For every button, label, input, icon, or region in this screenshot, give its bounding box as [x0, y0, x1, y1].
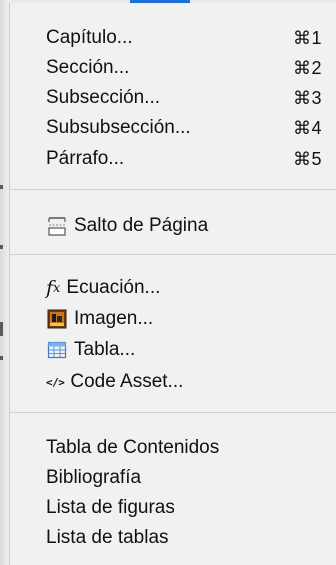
menu-item-list-of-tables[interactable]: Lista de tablas: [46, 525, 322, 551]
page-break-icon: [46, 216, 68, 236]
menu-item-label: Tabla de Contenidos: [46, 437, 220, 458]
code-icon: </>: [46, 375, 65, 389]
keyboard-shortcut: ⌘1: [292, 27, 322, 48]
menu-item-equation[interactable]: fx Ecuación...: [46, 275, 322, 301]
edge-marker: [0, 322, 3, 336]
menu-separator: [10, 189, 336, 190]
menu-item-label: Code Asset...: [70, 371, 184, 392]
menu-item-label: Subsubsección...: [46, 117, 191, 138]
menu-item-section[interactable]: Sección... ⌘2: [46, 55, 322, 81]
menu-separator: [10, 254, 336, 255]
keyboard-shortcut: ⌘2: [292, 57, 322, 78]
menu-item-label: Bibliografía: [46, 467, 142, 488]
menu-item-subsection[interactable]: Subsección... ⌘3: [46, 85, 322, 111]
keyboard-shortcut: ⌘5: [292, 148, 322, 169]
menu-item-label: Párrafo...: [46, 148, 125, 169]
keyboard-shortcut: ⌘3: [292, 87, 322, 108]
edge-marker: [0, 245, 3, 249]
menu-item-label: Tabla...: [74, 339, 136, 360]
menu-item-label: Imagen...: [74, 308, 154, 329]
menu-item-label: Capítulo...: [46, 27, 133, 48]
menu-item-chapter[interactable]: Capítulo... ⌘1: [46, 25, 322, 51]
menu-item-paragraph[interactable]: Párrafo... ⌘5: [46, 146, 322, 172]
menu-item-label: Sección...: [46, 57, 130, 78]
window-left-edge: [0, 0, 10, 565]
insert-dropdown-menu: Capítulo... ⌘1 Sección... ⌘2 Subsección.…: [10, 3, 336, 565]
menu-separator: [10, 412, 336, 413]
table-icon: [46, 340, 68, 360]
menu-item-table[interactable]: Tabla...: [46, 337, 322, 363]
menu-item-subsubsection[interactable]: Subsubsección... ⌘4: [46, 115, 322, 141]
keyboard-shortcut: ⌘4: [292, 117, 322, 138]
menu-item-image[interactable]: Imagen...: [46, 306, 322, 332]
menu-item-list-of-figures[interactable]: Lista de figuras: [46, 495, 322, 521]
menu-item-label: Salto de Página: [74, 215, 209, 236]
edge-marker: [0, 356, 3, 360]
menu-item-label: Ecuación...: [66, 277, 161, 298]
menu-item-label: Lista de tablas: [46, 527, 169, 548]
menu-item-page-break[interactable]: Salto de Página: [46, 213, 322, 239]
menu-item-label: Lista de figuras: [46, 497, 175, 518]
menu-item-bibliography[interactable]: Bibliografía: [46, 465, 322, 491]
menu-item-table-of-contents[interactable]: Tabla de Contenidos: [46, 435, 322, 461]
equation-glyph: f: [46, 277, 54, 299]
edge-marker: [0, 185, 3, 189]
equation-glyph-subscript: x: [53, 280, 61, 296]
menu-item-label: Subsección...: [46, 87, 161, 108]
menu-item-code-asset[interactable]: </> Code Asset...: [46, 369, 322, 395]
image-icon: [46, 309, 68, 329]
equation-icon: fx: [46, 277, 61, 299]
